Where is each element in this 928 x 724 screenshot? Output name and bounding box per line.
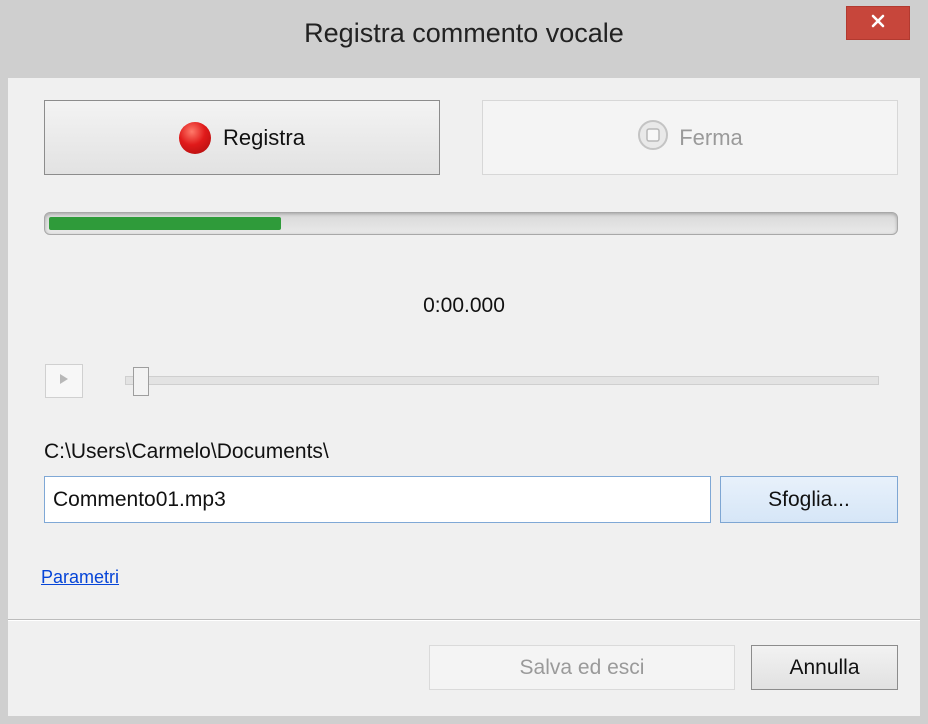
seek-slider-track[interactable] [125,376,879,385]
close-button[interactable] [846,6,910,40]
elapsed-time: 0:00.000 [423,294,505,317]
record-button[interactable]: Registra [44,100,440,175]
stop-icon [637,119,669,157]
output-folder-path: C:\Users\Carmelo\Documents\ [44,440,329,463]
title-bar[interactable]: Registra commento vocale [0,0,928,78]
play-icon [59,372,69,390]
browse-button[interactable]: Sfoglia... [720,476,898,523]
stop-button[interactable]: Ferma [482,100,898,175]
dialog-window: Registra commento vocale Registra Ferma [0,0,928,724]
save-and-exit-label: Salva ed esci [519,655,645,679]
recording-level-bar [44,212,898,235]
play-button[interactable] [45,364,83,398]
save-and-exit-button[interactable]: Salva ed esci [429,645,735,690]
seek-slider-thumb[interactable] [132,367,149,396]
record-button-label: Registra [223,124,305,150]
stop-button-label: Ferma [679,124,743,150]
cancel-label: Annulla [789,655,860,679]
close-icon [870,13,886,34]
footer-divider [8,619,920,621]
filename-input[interactable] [44,476,711,523]
browse-button-label: Sfoglia... [768,487,850,511]
dialog-content: Registra Ferma 0:00.000 C:\Users\Carmelo… [8,78,920,716]
cancel-button[interactable]: Annulla [751,645,898,690]
recording-level-fill [49,217,281,230]
window-title: Registra commento vocale [304,18,624,48]
parameters-link[interactable]: Parametri [41,567,119,588]
record-icon [179,121,212,154]
